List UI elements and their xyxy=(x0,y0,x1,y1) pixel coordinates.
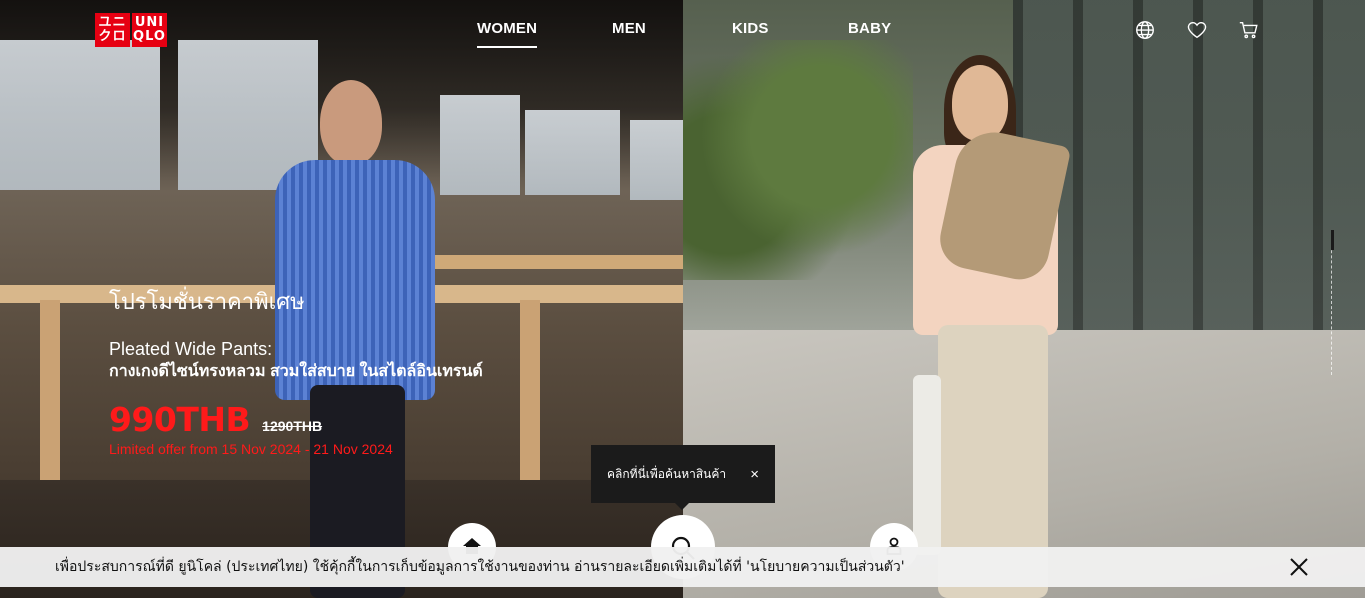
scroll-thumb[interactable] xyxy=(1331,230,1334,250)
search-tooltip: คลิกที่นี่เพื่อค้นหาสินค้า × xyxy=(591,445,775,510)
cookie-banner: เพื่อประสบการณ์ที่ดี ยูนิโคล่ (ประเทศไทย… xyxy=(0,547,1365,587)
offer-period: Limited offer from 15 Nov 2024 - 21 Nov … xyxy=(109,441,393,457)
model-women-right xyxy=(908,55,1078,598)
trees xyxy=(683,40,913,280)
promo-price: 990THB xyxy=(109,400,251,439)
nav-item-kids[interactable]: KIDS xyxy=(732,20,769,46)
promo-subtitle-th: กางเกงดีไซน์ทรงหลวม สวมใส่สบาย ในสไตล์อิ… xyxy=(109,363,483,380)
window xyxy=(0,40,160,190)
scroll-track[interactable] xyxy=(1331,230,1333,375)
window xyxy=(440,95,520,195)
logo-katakana: ユニ クロ xyxy=(95,13,130,47)
logo-latin-text: UNI QLO xyxy=(133,15,166,44)
window xyxy=(525,110,620,195)
uniqlo-logo[interactable]: ユニ クロ UNI QLO xyxy=(95,13,167,47)
promo-title: โปรโมชั่นราคาพิเศษ xyxy=(109,290,305,315)
cart-icon[interactable] xyxy=(1237,18,1261,42)
workbench-back xyxy=(410,255,683,269)
window xyxy=(630,120,683,200)
tooltip-close-icon[interactable]: × xyxy=(750,466,759,483)
header-actions xyxy=(1133,18,1289,42)
price-row: 990THB 1290THB xyxy=(109,400,483,439)
nav-item-men[interactable]: MEN xyxy=(612,20,646,46)
logo-latin: UNI QLO xyxy=(132,13,167,47)
promo-block[interactable]: โปรโมชั่นราคาพิเศษ Pleated Wide Pants: ก… xyxy=(109,288,483,457)
cookie-text[interactable]: เพื่อประสบการณ์ที่ดี ยูนิโคล่ (ประเทศไทย… xyxy=(55,556,905,578)
hero-image-women-right[interactable] xyxy=(683,0,1365,598)
close-icon[interactable] xyxy=(1288,556,1310,578)
heart-icon[interactable] xyxy=(1185,18,1209,42)
nav-item-women[interactable]: WOMEN xyxy=(477,20,538,48)
nav-item-baby[interactable]: BABY xyxy=(848,20,891,46)
original-price: 1290THB xyxy=(262,418,323,434)
tooltip-text: คลิกที่นี่เพื่อค้นหาสินค้า xyxy=(607,466,727,481)
logo-katakana-text: ユニ クロ xyxy=(98,15,127,44)
globe-icon[interactable] xyxy=(1133,18,1157,42)
promo-subtitle-en: Pleated Wide Pants: xyxy=(109,339,273,359)
